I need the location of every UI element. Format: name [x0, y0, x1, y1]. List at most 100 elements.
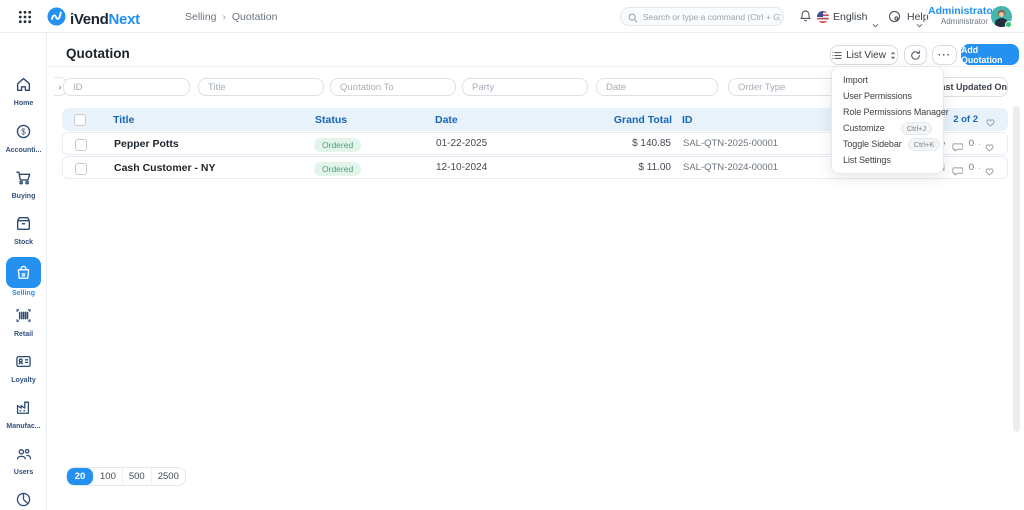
refresh-icon [910, 50, 921, 61]
palette-icon[interactable] [888, 10, 901, 28]
language-selector[interactable]: English [833, 11, 867, 23]
dot-separator [978, 133, 981, 154]
filter-title-input[interactable] [198, 78, 324, 96]
online-status-dot [1005, 21, 1012, 28]
column-header-title[interactable]: Title [113, 108, 134, 131]
column-header-grand-total[interactable]: Grand Total [614, 108, 672, 131]
menu-item-customize[interactable]: CustomizeCtrl+J [832, 120, 943, 136]
sidebar-label-manufacturing[interactable]: Manufac... [0, 423, 47, 430]
menu-item-toggle-sidebar[interactable]: Toggle SidebarCtrl+K [832, 136, 943, 152]
sidebar-label-retail[interactable]: Retail [0, 331, 47, 338]
apps-grid-icon[interactable] [18, 10, 32, 24]
filter-id-input[interactable] [63, 78, 190, 96]
refresh-button[interactable] [904, 45, 927, 65]
column-header-date[interactable]: Date [435, 108, 458, 131]
box-icon [15, 215, 32, 232]
column-header-id[interactable]: ID [682, 108, 693, 131]
accounting-icon: $ [15, 123, 32, 140]
sidebar-item-home[interactable] [0, 76, 47, 98]
sidebar-item-accounting[interactable]: $ [0, 123, 47, 145]
sort-by-button[interactable]: Last Updated On [934, 77, 1008, 97]
add-quotation-button[interactable]: Add Quotation [961, 44, 1019, 65]
breadcrumb-separator-icon [223, 11, 226, 23]
filter-date-input[interactable] [596, 78, 718, 96]
barcode-icon [15, 307, 32, 324]
search-icon [628, 13, 638, 23]
sidebar-item-manufacturing[interactable] [0, 399, 47, 421]
row-id[interactable]: SAL-QTN-2025-00001 [683, 133, 778, 154]
app-window: iVendNext Selling Quotation [0, 0, 1024, 510]
notifications-bell-icon[interactable] [799, 9, 812, 28]
breadcrumb-module[interactable]: Selling [185, 11, 217, 23]
select-all-checkbox[interactable] [74, 114, 86, 126]
page-size-500[interactable]: 500 [122, 468, 151, 485]
menu-item-role-permissions-manager[interactable]: Role Permissions Manager [832, 104, 943, 120]
app-logo[interactable]: iVendNext [47, 7, 140, 31]
logo-text-dark: iVend [70, 11, 109, 28]
menu-item-import[interactable]: Import [832, 72, 943, 88]
menu-item-list-settings[interactable]: List Settings [832, 152, 943, 168]
module-sidebar: Home $ Accounti... Buying Stock [0, 33, 47, 510]
row-date: 12-10-2024 [436, 157, 487, 178]
menu-item-user-permissions[interactable]: User Permissions [832, 88, 943, 104]
search-input[interactable] [643, 8, 781, 25]
view-switcher-button[interactable]: List View [830, 45, 898, 65]
user-menu[interactable]: Administrator Administrator [928, 6, 988, 27]
sidebar-item-selling[interactable] [6, 257, 41, 288]
row-title[interactable]: Pepper Potts [114, 133, 179, 154]
row-id[interactable]: SAL-QTN-2024-00001 [683, 157, 778, 178]
navbar-divider [926, 8, 927, 25]
comment-count: 0 [969, 157, 974, 178]
page-size-2500[interactable]: 2500 [151, 468, 185, 485]
row-checkbox[interactable] [75, 163, 87, 175]
scrollbar[interactable] [1013, 106, 1020, 432]
column-header-status[interactable]: Status [315, 108, 347, 131]
sidebar-label-accounting[interactable]: Accounti... [0, 147, 47, 154]
row-date: 01-22-2025 [436, 133, 487, 154]
row-checkbox[interactable] [75, 139, 87, 151]
shortcut-badge: Ctrl+J [901, 122, 932, 135]
factory-icon [15, 399, 32, 416]
list-view-icon [832, 51, 842, 60]
filter-quotation-to-input[interactable] [330, 78, 456, 96]
like-heart-icon[interactable] [984, 139, 995, 157]
like-heart-icon[interactable] [984, 163, 995, 181]
logo-text-accent: Next [109, 11, 140, 28]
status-badge: Ordered [314, 162, 361, 176]
sidebar-label-loyalty[interactable]: Loyalty [0, 377, 47, 384]
global-search[interactable] [620, 7, 784, 26]
page-size-20[interactable]: 20 [67, 468, 93, 485]
sidebar-label-stock[interactable]: Stock [0, 239, 47, 246]
sort-caret-icon [890, 51, 896, 60]
sidebar-item-stock[interactable] [0, 215, 47, 237]
page-size-100[interactable]: 100 [93, 468, 122, 485]
bag-icon [15, 264, 32, 281]
page-size-selector: 20 100 500 2500 [66, 467, 186, 486]
breadcrumb-doctype[interactable]: Quotation [232, 11, 278, 23]
page-title: Quotation [66, 46, 130, 61]
breadcrumb: Selling Quotation [185, 11, 277, 23]
result-count: 2 of 2 [953, 108, 978, 131]
top-navbar: iVendNext Selling Quotation [0, 0, 1024, 33]
shortcut-badge: Ctrl+K [908, 138, 940, 151]
row-title[interactable]: Cash Customer - NY [114, 157, 216, 178]
sidebar-item-retail[interactable] [0, 307, 47, 329]
language-flag-icon [817, 10, 829, 28]
filter-party-input[interactable] [462, 78, 588, 96]
status-badge: Ordered [314, 138, 361, 152]
sidebar-label-home[interactable]: Home [0, 100, 47, 107]
sidebar-label-users[interactable]: Users [0, 469, 47, 476]
sidebar-item-users[interactable] [0, 445, 47, 467]
sidebar-label-selling[interactable]: Selling [0, 290, 47, 297]
comment-count: 0 [969, 133, 974, 154]
sidebar-item-buying[interactable] [0, 169, 47, 191]
more-options-button[interactable]: ··· [932, 45, 957, 65]
row-grand-total: $ 140.85 [632, 133, 671, 154]
sidebar-label-buying[interactable]: Buying [0, 193, 47, 200]
sidebar-item-loyalty[interactable] [0, 353, 47, 375]
like-filter-heart-icon[interactable] [985, 114, 996, 132]
cart-icon [15, 169, 32, 186]
sidebar-item-crm[interactable] [0, 491, 47, 510]
more-options-menu: Import User Permissions Role Permissions… [831, 66, 944, 174]
users-icon [15, 445, 32, 462]
